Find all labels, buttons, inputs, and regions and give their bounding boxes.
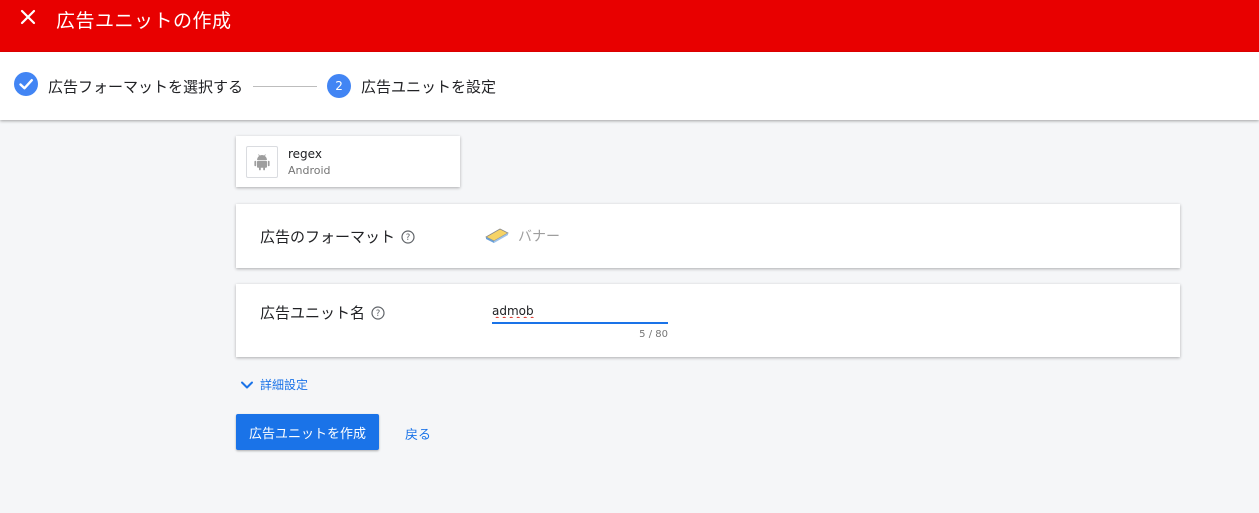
step-select-format[interactable]: 広告フォーマットを選択する — [14, 72, 243, 100]
advanced-settings-label: 詳細設定 — [260, 378, 309, 392]
ad-unit-name-panel: 広告ユニット名 ? 5 / 80 — [236, 284, 1180, 357]
advanced-settings-toggle[interactable]: 詳細設定 — [240, 376, 308, 393]
ad-unit-name-label: 広告ユニット名 — [260, 304, 366, 322]
step-configure-ad-unit: 2 広告ユニットを設定 — [327, 74, 496, 98]
ad-unit-name-label-row: 広告ユニット名 ? — [260, 302, 385, 323]
back-button[interactable]: 戻る — [405, 424, 431, 443]
app-card: regex Android — [236, 136, 460, 187]
page-title: 広告ユニットの作成 — [56, 9, 232, 32]
banner-icon — [484, 224, 510, 248]
create-ad-unit-button[interactable]: 広告ユニットを作成 — [236, 414, 379, 450]
close-button[interactable] — [0, 0, 56, 39]
close-icon — [20, 9, 36, 29]
ad-format-panel: 広告のフォーマット ? バナー — [236, 204, 1180, 268]
step-number-badge: 2 — [327, 74, 352, 98]
ad-unit-name-field: 5 / 80 — [492, 300, 668, 340]
ad-format-value: バナー — [484, 224, 560, 248]
ad-format-label: 広告のフォーマット — [260, 228, 396, 246]
app-platform: Android — [288, 163, 331, 177]
help-icon[interactable]: ? — [371, 305, 385, 320]
ad-format-text: バナー — [518, 229, 560, 245]
svg-text:?: ? — [376, 309, 381, 319]
ad-format-label-row: 広告のフォーマット ? — [260, 226, 415, 247]
step-label: 広告ユニットを設定 — [361, 77, 497, 96]
step-connector — [253, 85, 318, 87]
app-name: regex — [288, 146, 322, 161]
stepper: 広告フォーマットを選択する 2 広告ユニットを設定 — [0, 52, 1259, 120]
check-circle-icon — [14, 72, 38, 100]
step-label: 広告フォーマットを選択する — [48, 77, 244, 96]
ad-unit-name-input[interactable] — [492, 300, 668, 324]
svg-text:?: ? — [406, 233, 411, 243]
help-icon[interactable]: ? — [401, 229, 415, 244]
android-icon — [246, 145, 278, 178]
character-counter: 5 / 80 — [639, 329, 668, 340]
app-header: 広告ユニットの作成 — [0, 0, 1259, 52]
chevron-down-icon — [240, 380, 254, 390]
